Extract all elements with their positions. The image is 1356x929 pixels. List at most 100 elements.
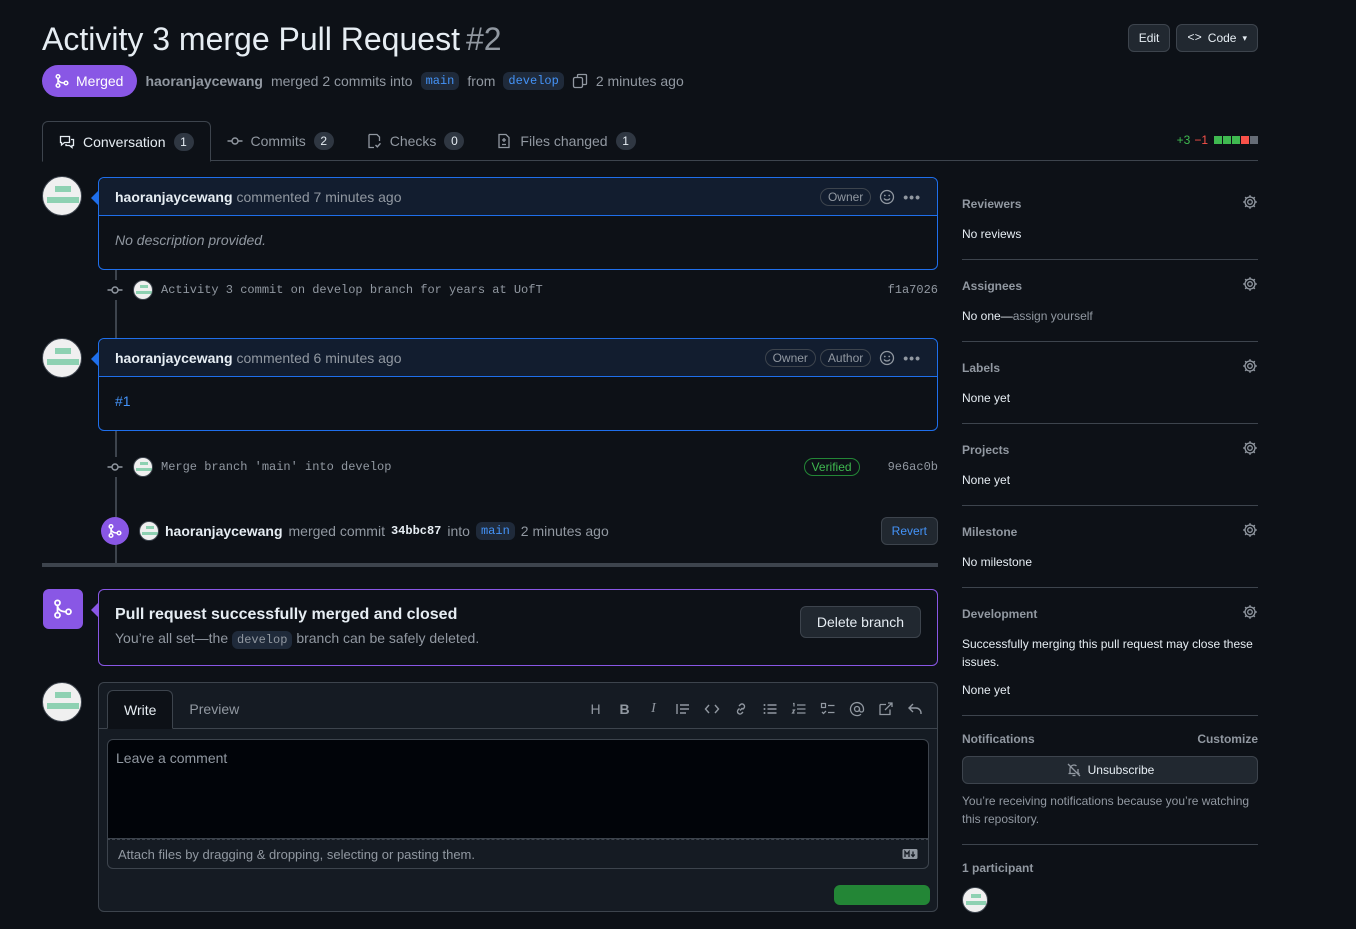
comment-submit-button[interactable] <box>834 885 930 905</box>
merge-commit-sha[interactable]: 34bbc87 <box>391 524 441 538</box>
reviewers-value: No reviews <box>962 227 1022 241</box>
head-branch[interactable]: develop <box>503 72 564 90</box>
tab-write[interactable]: Write <box>107 690 174 729</box>
base-branch[interactable]: main <box>420 72 460 90</box>
avatar[interactable] <box>42 176 82 216</box>
verified-badge[interactable]: Verified <box>803 458 860 476</box>
sidebar-section-title[interactable]: Milestone <box>962 522 1258 541</box>
tab-files-changed[interactable]: Files changed 1 <box>480 121 651 161</box>
timeline-divider <box>42 563 938 567</box>
sidebar-section-title[interactable]: Assignees <box>962 276 1258 295</box>
tab-preview[interactable]: Preview <box>173 690 255 728</box>
unsubscribe-button[interactable]: Unsubscribe <box>962 756 1258 784</box>
unordered-list-icon[interactable] <box>761 701 778 718</box>
customize-link[interactable]: Customize <box>1197 732 1258 746</box>
code-icon: <> <box>1187 31 1202 45</box>
bell-slash-icon <box>1067 763 1081 777</box>
tab-conversation[interactable]: Conversation 1 <box>42 121 211 162</box>
merged-event: haoranjaycewang merged commit 34bbc87 in… <box>101 516 938 546</box>
merged-status-icon <box>43 589 83 629</box>
commit-avatar[interactable] <box>133 280 153 300</box>
gear-icon[interactable] <box>1242 194 1258 213</box>
sidebar-labels: Labels None yet <box>962 342 1258 424</box>
avatar[interactable] <box>42 338 82 378</box>
merged-state-badge: Merged <box>42 65 138 97</box>
tab-checks[interactable]: Checks 0 <box>350 121 481 161</box>
copy-icon[interactable] <box>572 73 588 89</box>
ordered-list-icon[interactable] <box>790 701 807 718</box>
merge-author[interactable]: haoranjaycewang <box>165 523 283 539</box>
smiley-icon[interactable] <box>879 350 895 366</box>
pr-time: 2 minutes ago <box>595 73 684 89</box>
sidebar-section-title[interactable]: Development <box>962 604 1258 623</box>
merged-status-box: Pull request successfully merged and clo… <box>91 589 938 666</box>
link-icon[interactable] <box>732 701 749 718</box>
task-list-icon[interactable] <box>819 701 836 718</box>
edit-button[interactable]: Edit <box>1127 24 1171 52</box>
merge-avatar[interactable] <box>139 521 159 541</box>
gear-icon[interactable] <box>1242 358 1258 377</box>
comment-header-actions: Owner ••• <box>819 187 921 206</box>
commit-message[interactable]: Merge branch 'main' into develop <box>161 460 391 474</box>
diffstat-block <box>1214 136 1222 144</box>
heading-icon[interactable]: H <box>587 701 604 718</box>
notifications-note: You’re receiving notifications because y… <box>962 794 1250 826</box>
merged-sub-branch[interactable]: develop <box>232 631 293 649</box>
merge-branch[interactable]: main <box>475 522 515 540</box>
sidebar-section-title[interactable]: Reviewers <box>962 194 1258 213</box>
labels-value: None yet <box>962 391 1011 405</box>
diffstat-blocks <box>1214 136 1258 144</box>
pr-merged-text: merged 2 commits into <box>270 73 413 89</box>
diffstat-block <box>1241 136 1249 144</box>
projects-value: None yet <box>962 473 1011 487</box>
participant-avatar[interactable] <box>962 887 988 913</box>
commit-avatar[interactable] <box>133 457 153 477</box>
gear-icon[interactable] <box>1242 276 1258 295</box>
sidebar-section-title[interactable]: Labels <box>962 358 1258 377</box>
tab-conversation-label: Conversation <box>83 133 166 150</box>
issue-reference-link[interactable]: #1 <box>115 393 131 409</box>
comment-author[interactable]: haoranjaycewang <box>115 350 233 366</box>
comment-textarea[interactable]: Leave a comment <box>107 739 929 839</box>
sidebar-assignees: Assignees No one—assign yourself <box>962 260 1258 342</box>
commit-sha[interactable]: 9e6ac0b <box>888 460 938 474</box>
comment-header: haoranjaycewang commented 6 minutes ago … <box>99 339 937 377</box>
comment-author[interactable]: haoranjaycewang <box>115 189 233 205</box>
commit-sha[interactable]: f1a7026 <box>888 283 938 297</box>
gear-icon[interactable] <box>1242 440 1258 459</box>
revert-button[interactable]: Revert <box>880 517 938 545</box>
comment-2: haoranjaycewang commented 6 minutes ago … <box>91 338 938 431</box>
merged-state-label: Merged <box>76 73 124 89</box>
pr-title: Activity 3 merge Pull Request #2 <box>42 20 1258 58</box>
avatar[interactable] <box>42 682 82 722</box>
tab-conversation-count: 1 <box>173 132 194 151</box>
gear-icon[interactable] <box>1242 604 1258 623</box>
mention-icon[interactable] <box>848 701 865 718</box>
italic-icon[interactable]: I <box>645 701 662 718</box>
sidebar-milestone: Milestone No milestone <box>962 506 1258 588</box>
pr-author-link[interactable]: haoranjaycewang <box>145 73 263 89</box>
bold-icon[interactable]: B <box>616 701 633 718</box>
pr-from-text: from <box>467 73 496 89</box>
gear-icon[interactable] <box>1242 522 1258 541</box>
tab-commits[interactable]: Commits 2 <box>211 121 350 161</box>
kebab-horizontal-icon[interactable]: ••• <box>903 350 921 366</box>
delete-branch-button[interactable]: Delete branch <box>799 606 921 638</box>
tab-commits-count: 2 <box>313 132 334 150</box>
sidebar-section-title[interactable]: Projects <box>962 440 1258 459</box>
pr-tabs: Conversation 1 Commits 2 Checks 0 Files … <box>42 121 1258 162</box>
pr-header: Activity 3 merge Pull Request #2 Edit <> … <box>42 20 1258 97</box>
kebab-horizontal-icon[interactable]: ••• <box>903 189 921 205</box>
assignees-value: No one—assign yourself <box>962 309 1093 323</box>
tab-checks-label: Checks <box>389 133 437 149</box>
smiley-icon[interactable] <box>879 189 895 205</box>
code-icon[interactable] <box>703 701 720 718</box>
quote-icon[interactable] <box>674 701 691 718</box>
reply-icon[interactable] <box>906 701 923 718</box>
attach-files-bar[interactable]: Attach files by dragging & dropping, sel… <box>107 839 929 869</box>
commit-message[interactable]: Activity 3 commit on develop branch for … <box>161 283 543 297</box>
code-button[interactable]: <> Code ▾ <box>1176 24 1258 52</box>
comment-body: #1 <box>99 377 937 425</box>
assign-yourself-link[interactable]: assign yourself <box>1013 309 1093 323</box>
reference-icon[interactable] <box>877 701 894 718</box>
